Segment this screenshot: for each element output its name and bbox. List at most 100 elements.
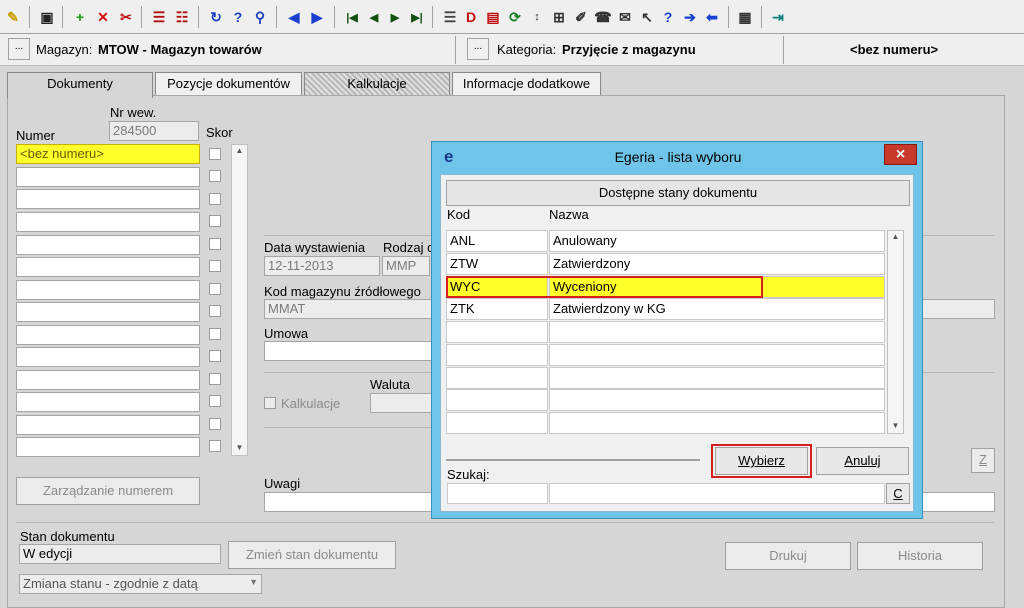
document-icon[interactable]: D bbox=[461, 7, 481, 27]
phone-icon[interactable]: ☎ bbox=[593, 7, 613, 27]
row-nazwa[interactable] bbox=[549, 321, 885, 343]
pin-icon[interactable]: ✎ bbox=[3, 7, 23, 27]
row-nazwa[interactable] bbox=[549, 412, 885, 434]
skor-checkbox[interactable] bbox=[209, 373, 221, 385]
tree-icon[interactable]: ⊞ bbox=[549, 7, 569, 27]
tab-dokumenty[interactable]: Dokumenty bbox=[7, 72, 153, 98]
refresh-icon[interactable]: ↻ bbox=[206, 7, 226, 27]
skor-checkbox[interactable] bbox=[209, 395, 221, 407]
exit-icon[interactable]: ⇥ bbox=[768, 7, 788, 27]
numer-row[interactable] bbox=[16, 167, 200, 187]
numer-row[interactable] bbox=[16, 325, 200, 345]
skor-checkbox[interactable] bbox=[209, 283, 221, 295]
numer-list-scrollbar[interactable]: ▲ ▼ bbox=[231, 144, 248, 456]
row-kod[interactable] bbox=[446, 344, 548, 366]
skor-checkbox[interactable] bbox=[209, 440, 221, 452]
numer-row[interactable] bbox=[16, 189, 200, 209]
scroll-down-icon[interactable]: ▼ bbox=[890, 421, 901, 430]
pointer-help-icon[interactable]: ↖ bbox=[637, 7, 657, 27]
skor-checkbox[interactable] bbox=[209, 148, 221, 160]
numer-row[interactable] bbox=[16, 302, 200, 322]
change-state-button[interactable]: Zmień stan dokumentu bbox=[228, 541, 396, 569]
next-icon[interactable]: ▶ bbox=[385, 7, 405, 27]
numer-row-selected[interactable]: <bez numeru> bbox=[16, 144, 200, 164]
wybierz-button[interactable]: Wybierz bbox=[715, 447, 808, 475]
kategoria-picker-button[interactable]: ... bbox=[467, 38, 489, 60]
forward-arrow-icon[interactable]: ▶ bbox=[307, 7, 327, 27]
anuluj-button[interactable]: Anuluj bbox=[816, 447, 909, 475]
numer-row[interactable] bbox=[16, 392, 200, 412]
row-kod[interactable] bbox=[446, 389, 548, 411]
row-kod[interactable] bbox=[446, 412, 548, 434]
drukuj-button[interactable]: Drukuj bbox=[725, 542, 851, 570]
sync-icon[interactable]: ⟳ bbox=[505, 7, 525, 27]
numer-row[interactable] bbox=[16, 437, 200, 457]
help-question-icon[interactable]: ? bbox=[228, 7, 248, 27]
row-kod[interactable]: ZTW bbox=[446, 253, 548, 275]
row-nazwa[interactable] bbox=[549, 389, 885, 411]
edit-icon[interactable]: ✐ bbox=[571, 7, 591, 27]
save-icon[interactable]: ▣ bbox=[37, 7, 57, 27]
kalkulacje-checkbox[interactable] bbox=[264, 397, 276, 409]
numer-row[interactable] bbox=[16, 235, 200, 255]
skor-checkbox[interactable] bbox=[209, 260, 221, 272]
row-kod[interactable] bbox=[446, 367, 548, 389]
row-kod[interactable] bbox=[446, 321, 548, 343]
close-icon[interactable]: × bbox=[884, 144, 917, 165]
clear-icon[interactable]: ✂ bbox=[116, 7, 136, 27]
question-icon[interactable]: ? bbox=[658, 7, 678, 27]
split-icon[interactable]: ☰ bbox=[149, 7, 169, 27]
historia-button[interactable]: Historia bbox=[857, 542, 983, 570]
szukaj-nazwa-input[interactable] bbox=[549, 483, 885, 504]
prev-icon[interactable]: ◀ bbox=[364, 7, 384, 27]
row-nazwa[interactable]: Zatwierdzony bbox=[549, 253, 885, 275]
document2-icon[interactable]: ▤ bbox=[483, 7, 503, 27]
numer-row[interactable] bbox=[16, 212, 200, 232]
list-scrollbar[interactable]: ▲ ▼ bbox=[887, 230, 904, 434]
split2-icon[interactable]: ☷ bbox=[172, 7, 192, 27]
tab-informacje-dodatkowe[interactable]: Informacje dodatkowe bbox=[452, 72, 601, 96]
umowa-field[interactable] bbox=[264, 341, 432, 361]
skor-checkbox[interactable] bbox=[209, 328, 221, 340]
list-icon[interactable]: ☰ bbox=[440, 7, 460, 27]
numer-row[interactable] bbox=[16, 257, 200, 277]
first-icon[interactable]: |◀ bbox=[342, 7, 362, 27]
scroll-up-icon[interactable]: ▲ bbox=[890, 232, 901, 241]
skor-checkbox[interactable] bbox=[209, 418, 221, 430]
scroll-up-icon[interactable]: ▲ bbox=[234, 146, 245, 155]
row-nazwa[interactable]: Anulowany bbox=[549, 230, 885, 252]
clear-search-button[interactable]: C bbox=[886, 483, 910, 504]
skor-checkbox[interactable] bbox=[209, 170, 221, 182]
arrow-right-icon[interactable]: ➔ bbox=[680, 7, 700, 27]
row-nazwa[interactable] bbox=[549, 367, 885, 389]
delete-icon[interactable]: ✕ bbox=[93, 7, 113, 27]
numer-row[interactable] bbox=[16, 370, 200, 390]
skor-checkbox[interactable] bbox=[209, 238, 221, 250]
tab-kalkulacje[interactable]: Kalkulacje bbox=[304, 72, 450, 96]
row-kod[interactable]: ANL bbox=[446, 230, 548, 252]
arrow-left-icon[interactable]: ⬅ bbox=[702, 7, 722, 27]
szukaj-kod-input[interactable] bbox=[447, 483, 548, 504]
numer-row[interactable] bbox=[16, 280, 200, 300]
back-arrow-icon[interactable]: ◀ bbox=[284, 7, 304, 27]
find-icon[interactable]: ⚲ bbox=[250, 7, 270, 27]
numer-row[interactable] bbox=[16, 347, 200, 367]
skor-checkbox[interactable] bbox=[209, 305, 221, 317]
add-icon[interactable]: + bbox=[70, 7, 90, 27]
skor-checkbox[interactable] bbox=[209, 193, 221, 205]
sort-icon[interactable]: ↕ bbox=[527, 7, 547, 27]
scroll-down-icon[interactable]: ▼ bbox=[234, 443, 245, 452]
skor-checkbox[interactable] bbox=[209, 350, 221, 362]
state-change-select[interactable]: Zmiana stanu - zgodnie z datą ▼ bbox=[19, 574, 262, 594]
tab-pozycje-dokumentow[interactable]: Pozycje dokumentów bbox=[155, 72, 302, 96]
magazyn-picker-button[interactable]: ... bbox=[8, 38, 30, 60]
print-preview-icon[interactable]: ▦ bbox=[735, 7, 755, 27]
numer-row[interactable] bbox=[16, 415, 200, 435]
z-button[interactable]: Z bbox=[971, 448, 995, 473]
row-nazwa[interactable] bbox=[549, 344, 885, 366]
row-kod[interactable]: ZTK bbox=[446, 298, 548, 320]
row-nazwa[interactable]: Zatwierdzony w KG bbox=[549, 298, 885, 320]
skor-checkbox[interactable] bbox=[209, 215, 221, 227]
last-icon[interactable]: ▶| bbox=[407, 7, 427, 27]
mail-icon[interactable]: ✉ bbox=[615, 7, 635, 27]
